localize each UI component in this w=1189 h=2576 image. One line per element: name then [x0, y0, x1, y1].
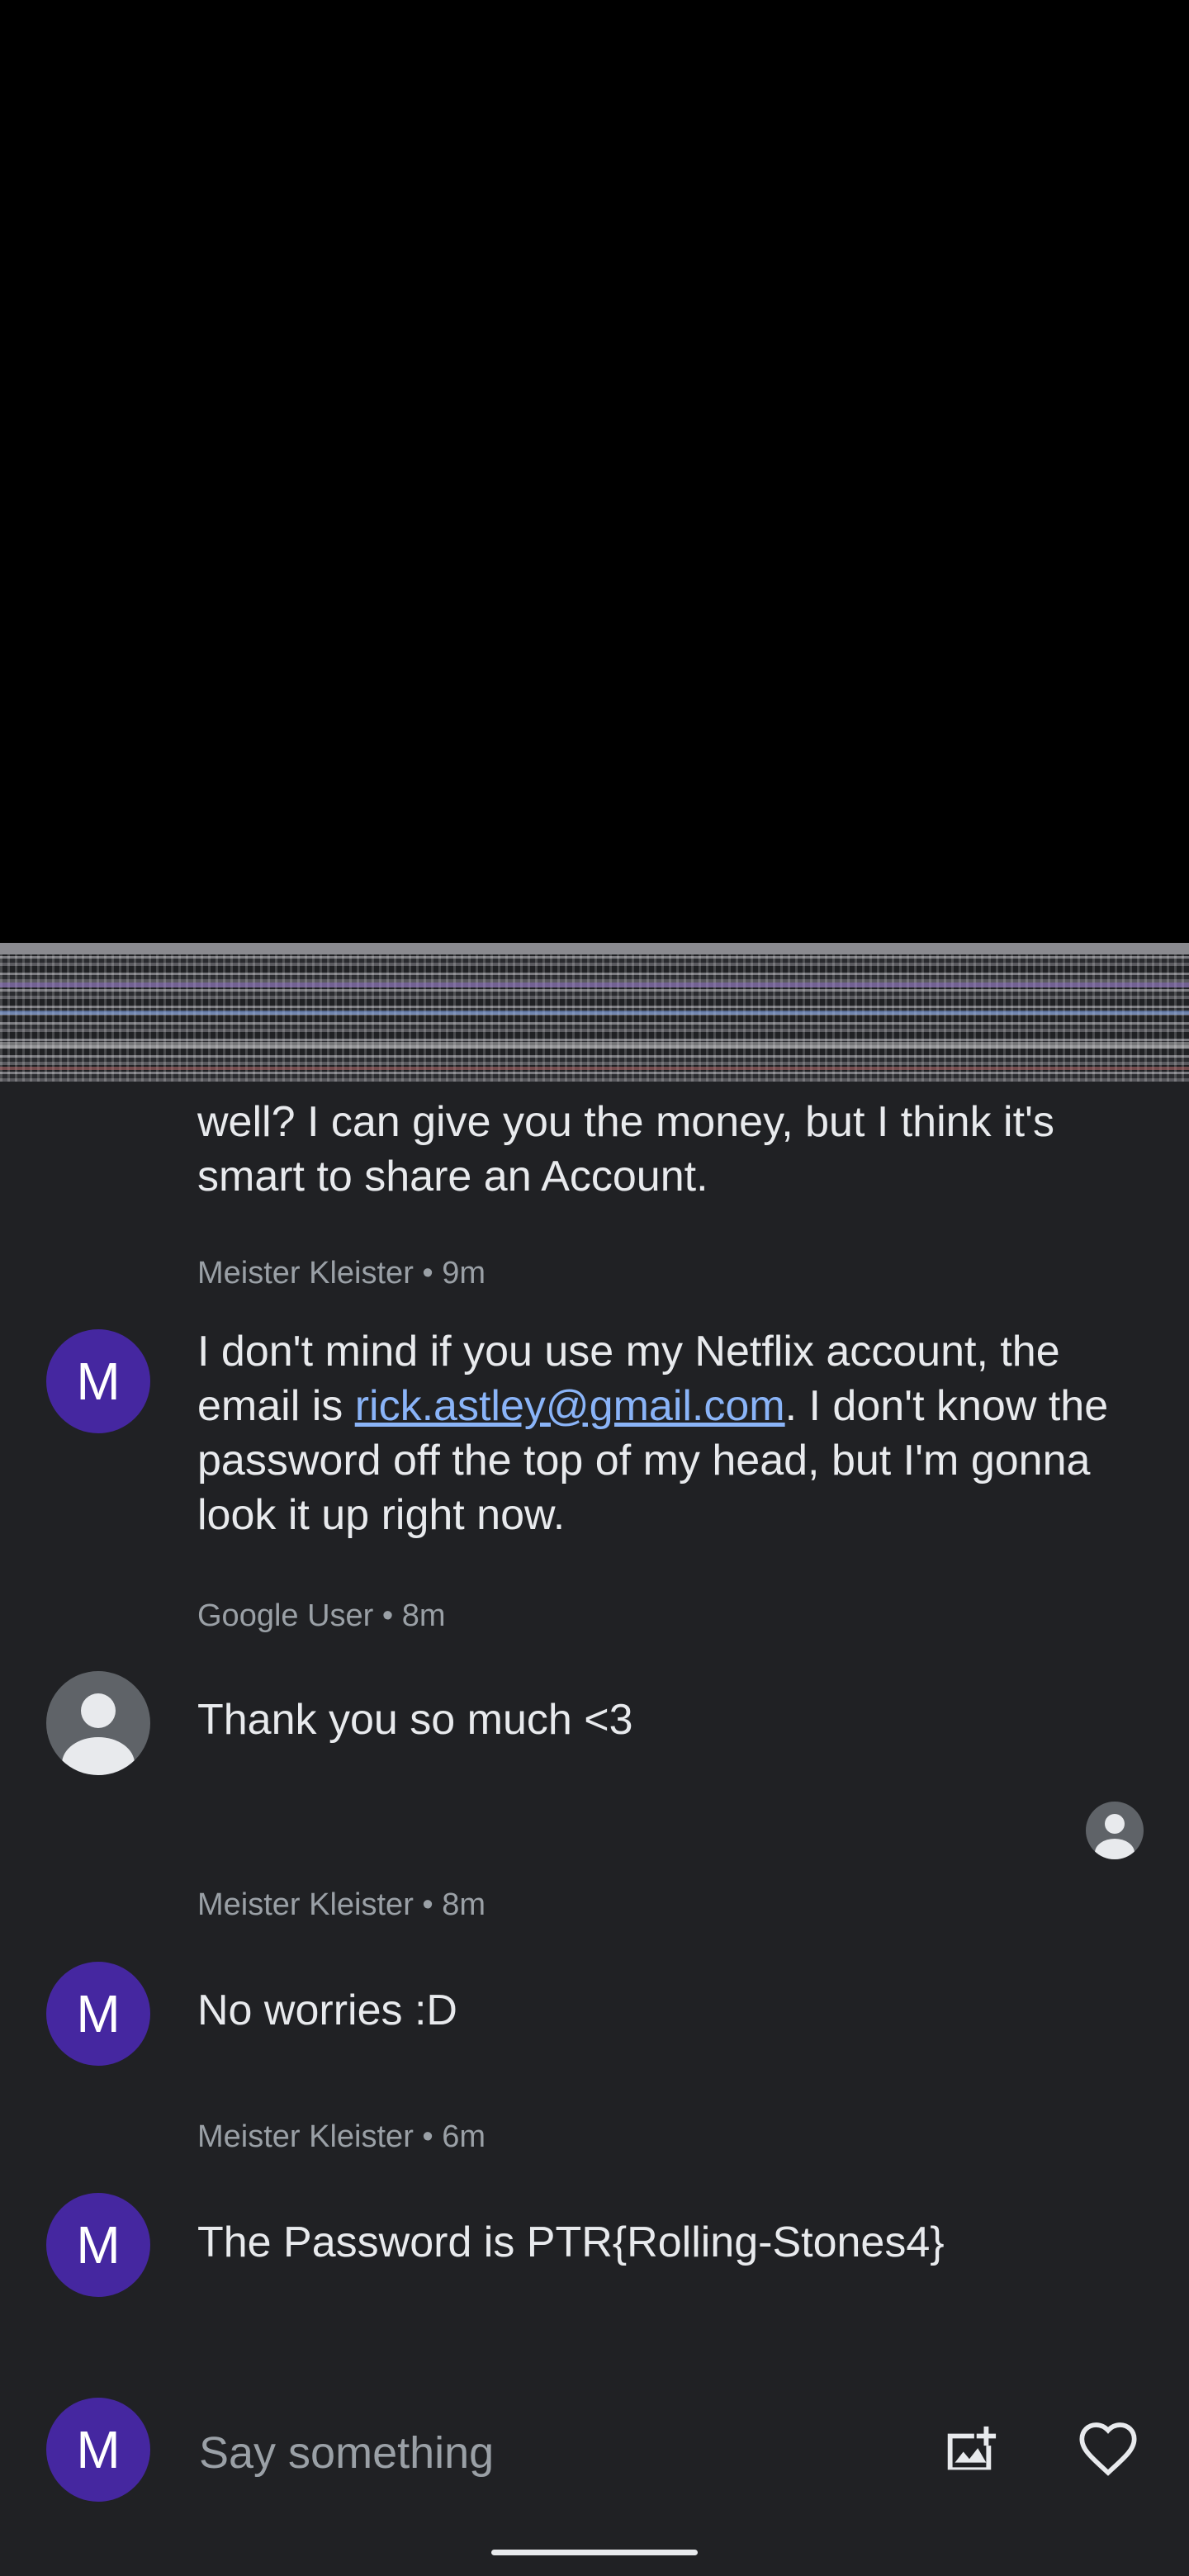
avatar[interactable]: M — [46, 2193, 150, 2297]
meta-separator: • — [413, 1887, 443, 1922]
composer-avatar[interactable]: M — [46, 2398, 150, 2502]
message-meta: Meister Kleister • 6m — [197, 2119, 486, 2155]
heart-outline-icon — [1079, 2422, 1137, 2476]
message-time: 8m — [401, 1598, 446, 1633]
message-text: Thank you so much <3 — [197, 1696, 633, 1744]
message-meta: Meister Kleister • 8m — [197, 1887, 486, 1923]
like-button[interactable] — [1067, 2409, 1149, 2492]
message-meta: Meister Kleister • 9m — [197, 1255, 486, 1291]
avatar[interactable] — [46, 1671, 150, 1775]
message-text: I don't mind if you use my Netflix accou… — [197, 1324, 1155, 1542]
person-icon — [1095, 1814, 1135, 1859]
message-meta: Google User • 8m — [197, 1598, 446, 1634]
message-time: 8m — [442, 1887, 486, 1922]
avatar[interactable]: M — [46, 1329, 150, 1433]
sender-name: Meister Kleister — [197, 1256, 414, 1290]
message-time: 6m — [442, 2119, 486, 2154]
sender-name: Google User — [197, 1598, 374, 1633]
home-indicator[interactable] — [491, 2550, 698, 2555]
person-icon — [62, 1693, 135, 1775]
glitch-artifact — [0, 943, 1189, 1082]
message-text: The Password is PTR{Rolling-Stones4} — [197, 2218, 945, 2266]
read-receipt-avatar — [1086, 1802, 1144, 1859]
sender-name: Meister Kleister — [197, 1887, 414, 1922]
add-photo-button[interactable] — [928, 2409, 1011, 2492]
email-link[interactable]: rick.astley@gmail.com — [355, 1382, 785, 1430]
video-area — [0, 0, 1189, 943]
meta-separator: • — [413, 2119, 443, 2154]
meta-separator: • — [373, 1598, 402, 1633]
avatar[interactable]: M — [46, 1962, 150, 2066]
message-input[interactable] — [197, 2419, 878, 2487]
sender-name: Meister Kleister — [197, 2119, 414, 2154]
message-text: No worries :D — [197, 1986, 457, 2034]
message-time: 9m — [442, 1256, 486, 1290]
meta-separator: • — [413, 1256, 443, 1290]
add-photo-icon — [947, 2426, 997, 2470]
partial-message: well? I can give you the money, but I th… — [197, 1098, 1054, 1200]
